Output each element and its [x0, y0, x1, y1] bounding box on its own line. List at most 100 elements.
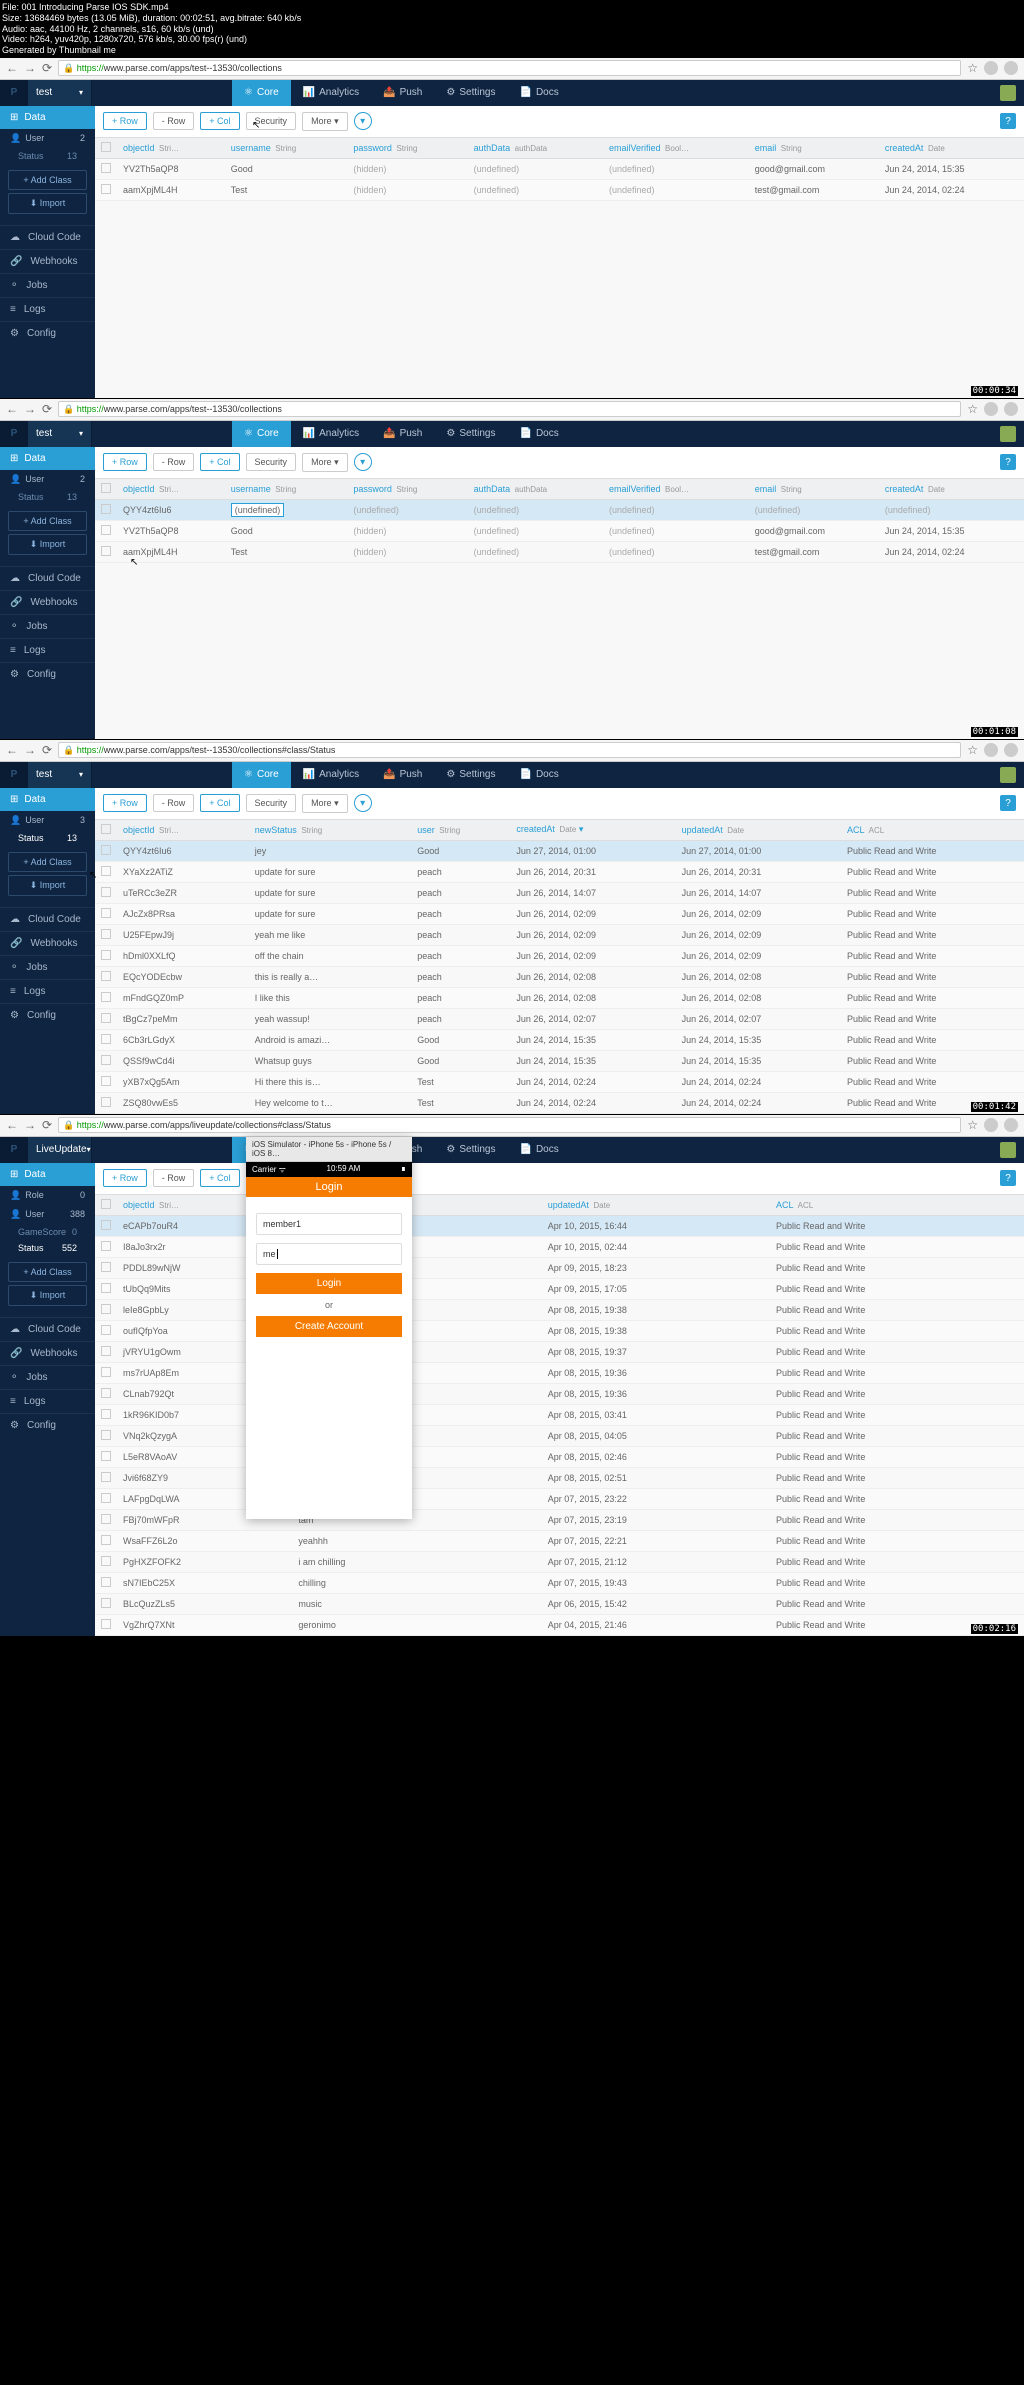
cell[interactable]: Public Read and Write: [841, 1050, 1024, 1071]
tab-core[interactable]: ⚛Core: [232, 421, 291, 447]
cell[interactable]: Jun 24, 2014, 15:35: [676, 1050, 841, 1071]
col-header-ACL[interactable]: ACL ACL: [770, 1195, 1024, 1216]
col-header-authData[interactable]: authData authData: [468, 138, 603, 159]
cell[interactable]: i am chilling: [292, 1551, 506, 1572]
cell[interactable]: Jun 24, 2014, 02:24: [510, 1071, 675, 1092]
row-checkbox[interactable]: [101, 525, 111, 535]
cell[interactable]: Public Read and Write: [770, 1551, 1024, 1572]
cell[interactable]: peach: [411, 903, 510, 924]
cell[interactable]: Jun 26, 2014, 20:31: [676, 861, 841, 882]
back-icon[interactable]: ←: [6, 1118, 18, 1132]
tab-analytics[interactable]: 📊Analytics: [291, 421, 371, 447]
more-button[interactable]: More ▾: [302, 794, 348, 813]
row-checkbox[interactable]: [101, 1619, 111, 1629]
cell[interactable]: update for sure: [249, 882, 411, 903]
cell[interactable]: AJcZx8PRsa: [117, 903, 249, 924]
cell[interactable]: off the chain: [249, 945, 411, 966]
row-checkbox[interactable]: [101, 1241, 111, 1251]
add-class-button[interactable]: + Add Class: [8, 511, 87, 531]
cell[interactable]: Jun 24, 2014, 15:35: [879, 520, 1024, 541]
add-class-button[interactable]: + Add Class: [8, 170, 87, 190]
cell[interactable]: (undefined): [468, 499, 603, 520]
tab-docs[interactable]: 📄Docs: [507, 762, 570, 788]
sidebar-nav-logs[interactable]: ≡Logs: [0, 638, 95, 662]
cell[interactable]: (undefined): [468, 541, 603, 562]
table-row[interactable]: 1kR96KID0b7nnApr 08, 2015, 03:41Public R…: [95, 1404, 1024, 1425]
reload-icon[interactable]: ⟳: [42, 402, 52, 416]
table-row[interactable]: QYY4zt6Iu6(undefined)(undefined)(undefin…: [95, 499, 1024, 520]
row-checkbox[interactable]: [101, 866, 111, 876]
cell[interactable]: Jun 24, 2014, 15:35: [510, 1050, 675, 1071]
help-icon[interactable]: ?: [1000, 795, 1016, 811]
row-checkbox[interactable]: [101, 1283, 111, 1293]
cell[interactable]: peach: [411, 987, 510, 1008]
cell[interactable]: aamXpjML4H: [117, 179, 225, 200]
security-button[interactable]: Security: [246, 794, 297, 812]
url-bar[interactable]: 🔒 https://www.parse.com/apps/test--13530…: [58, 401, 961, 417]
cell[interactable]: Public Read and Write: [841, 945, 1024, 966]
row-checkbox[interactable]: [101, 950, 111, 960]
cell[interactable]: (hidden): [347, 541, 467, 562]
cell[interactable]: Jun 26, 2014, 02:07: [510, 1008, 675, 1029]
row-checkbox[interactable]: [101, 971, 111, 981]
app-selector[interactable]: test▾: [28, 80, 92, 106]
sidebar-sub-status[interactable]: Status552: [0, 1240, 95, 1256]
cell[interactable]: yeah me like: [249, 924, 411, 945]
parse-logo[interactable]: P: [0, 421, 28, 447]
tab-docs[interactable]: 📄Docs: [507, 1137, 570, 1163]
cell[interactable]: yeah wassup!: [249, 1008, 411, 1029]
cell[interactable]: (undefined): [603, 541, 749, 562]
cell[interactable]: [507, 1509, 542, 1530]
cell[interactable]: (undefined): [603, 499, 749, 520]
table-row[interactable]: LAFpgDqLWAthis is so cool!…Apr 07, 2015,…: [95, 1488, 1024, 1509]
tab-docs[interactable]: 📄Docs: [507, 421, 570, 447]
row-checkbox[interactable]: [101, 1034, 111, 1044]
cell[interactable]: Public Read and Write: [770, 1278, 1024, 1299]
add-col-button[interactable]: + Col: [200, 794, 239, 812]
cell[interactable]: [507, 1215, 542, 1236]
row-checkbox[interactable]: [101, 1076, 111, 1086]
sidebar-sub-status[interactable]: Status13: [0, 830, 95, 846]
cell[interactable]: peach: [411, 945, 510, 966]
sidebar-nav-config[interactable]: ⚙Config: [0, 1413, 95, 1437]
cell[interactable]: peach: [411, 1008, 510, 1029]
table-row[interactable]: YV2Th5aQP8Good(hidden)(undefined)(undefi…: [95, 520, 1024, 541]
cell[interactable]: update for sure: [249, 861, 411, 882]
cell[interactable]: (undefined): [468, 158, 603, 179]
tab-settings[interactable]: ⚙Settings: [434, 1137, 507, 1163]
cell[interactable]: Public Read and Write: [770, 1509, 1024, 1530]
sidebar-sub-status[interactable]: Status13: [0, 489, 95, 505]
cell[interactable]: Public Read and Write: [841, 987, 1024, 1008]
star-icon[interactable]: ☆: [967, 402, 978, 416]
reload-icon[interactable]: ⟳: [42, 61, 52, 75]
forward-icon[interactable]: →: [24, 61, 36, 75]
sidebar-item-role[interactable]: 👤Role0: [0, 1186, 95, 1205]
cell[interactable]: Good: [411, 840, 510, 861]
cell[interactable]: (undefined): [749, 499, 879, 520]
cell[interactable]: [507, 1341, 542, 1362]
table-row[interactable]: ZSQ80vwEs5Hey welcome to t…TestJun 24, 2…: [95, 1092, 1024, 1113]
cell[interactable]: 6Cb3rLGdyX: [117, 1029, 249, 1050]
cell[interactable]: good@gmail.com: [749, 520, 879, 541]
tab-settings[interactable]: ⚙Settings: [434, 762, 507, 788]
row-checkbox[interactable]: [101, 1577, 111, 1587]
table-row[interactable]: uTeRCc3eZRupdate for surepeachJun 26, 20…: [95, 882, 1024, 903]
cell[interactable]: Jun 24, 2014, 02:24: [510, 1092, 675, 1113]
parse-logo[interactable]: P: [0, 762, 28, 788]
row-checkbox[interactable]: [101, 1535, 111, 1545]
col-header-user[interactable]: user String: [411, 820, 510, 841]
cell[interactable]: Jun 26, 2014, 02:08: [676, 987, 841, 1008]
cell[interactable]: Apr 08, 2015, 19:36: [542, 1362, 770, 1383]
cell[interactable]: Jun 26, 2014, 20:31: [510, 861, 675, 882]
add-col-button[interactable]: + Col: [200, 112, 239, 130]
sidebar-nav-cloud-code[interactable]: ☁Cloud Code: [0, 566, 95, 590]
select-all-checkbox[interactable]: [101, 824, 111, 834]
add-row-button[interactable]: + Row: [103, 453, 147, 471]
col-header-hidden[interactable]: [507, 1195, 542, 1216]
col-header-newStatus[interactable]: newStatus String: [249, 820, 411, 841]
cell[interactable]: Jun 26, 2014, 02:09: [676, 945, 841, 966]
cell[interactable]: Public Read and Write: [770, 1593, 1024, 1614]
col-header-username[interactable]: username String: [225, 138, 348, 159]
cell[interactable]: geronimo: [292, 1614, 506, 1635]
import-button[interactable]: ⬇ Import: [8, 875, 87, 896]
